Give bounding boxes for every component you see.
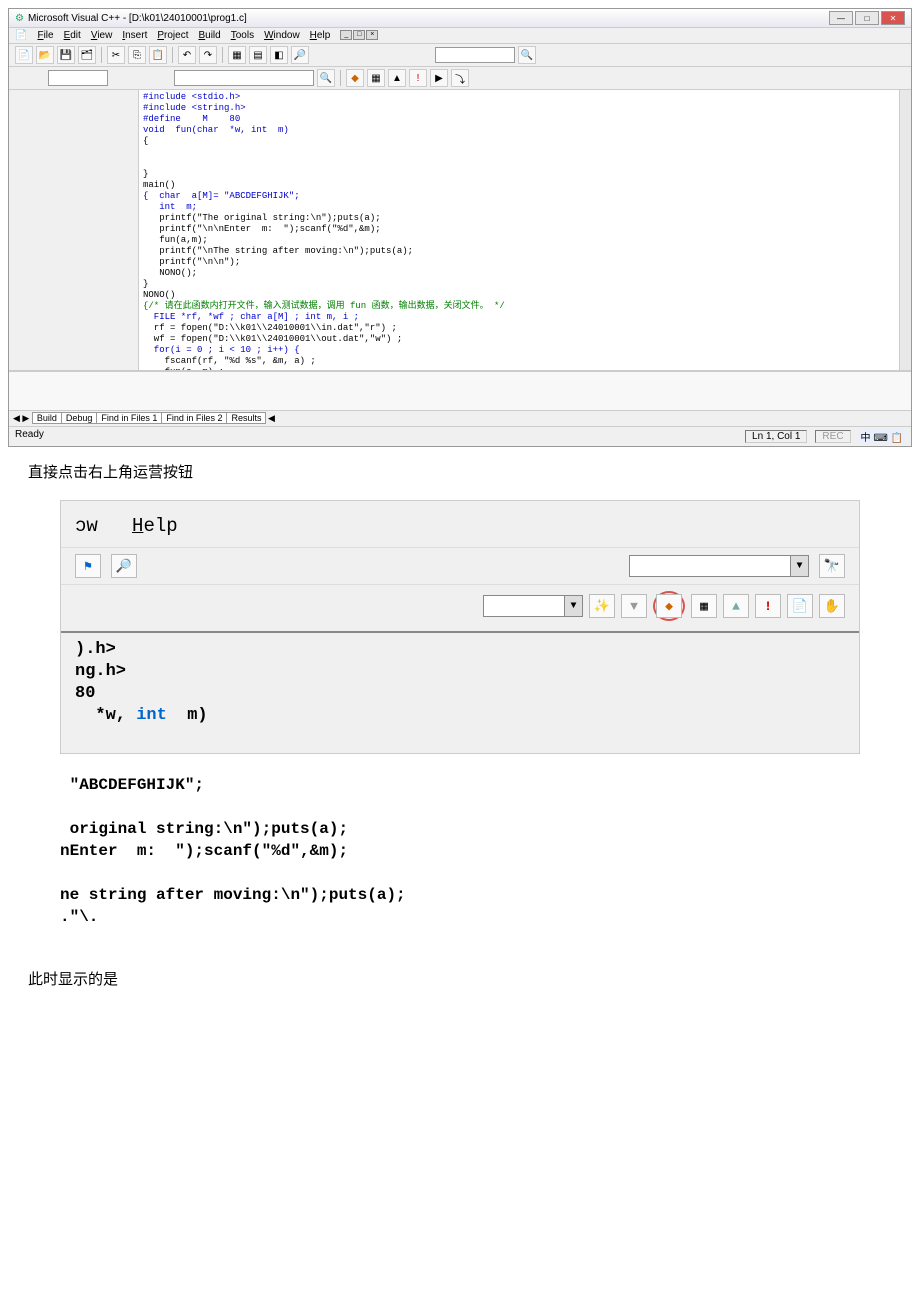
zoom-toolbar-row1: ⚑ 🔎 ▼ 🔭 — [61, 547, 859, 585]
output-tabs: ◀ ▶ BuildDebugFind in Files 1Find in Fil… — [9, 410, 911, 426]
wizard-icon[interactable]: ✨ — [589, 594, 615, 618]
standard-toolbar: 📄 📂 💾 🗂 ✂ ⎘ 📋 ↶ ↷ ▦ ▤ ◧ 🔎 🔍 — [9, 44, 911, 67]
mdi-restore-button[interactable]: □ — [353, 30, 365, 40]
class-combo[interactable] — [48, 70, 108, 86]
menu-project[interactable]: Project — [157, 30, 188, 41]
zoom-menu-fragment: ɔw Help — [61, 511, 859, 541]
member-combo-zoom[interactable]: ▼ — [483, 595, 583, 617]
menu-window[interactable]: Window — [264, 30, 300, 41]
code-editor[interactable]: #include <stdio.h> #include <string.h> #… — [139, 90, 911, 370]
menu-help[interactable]: Help — [310, 30, 331, 41]
member-combo[interactable] — [174, 70, 314, 86]
zoom2-l4: ne string after moving:\n");puts(a); — [60, 886, 406, 904]
code-frag-2: ng.h> — [75, 661, 845, 683]
status-ready: Ready — [15, 429, 44, 444]
vertical-scrollbar[interactable] — [899, 90, 911, 370]
minimize-button[interactable]: — — [829, 11, 853, 25]
caption-1: 直接点击右上角运营按钮 — [28, 461, 892, 482]
save-all-icon[interactable]: 🗂 — [78, 46, 96, 64]
execute-icon[interactable]: ! — [409, 69, 427, 87]
zoom-code-fragment: ).h> ng.h> 80 *w, int m) — [61, 633, 859, 733]
arrow-down-icon: ▼ — [621, 594, 647, 618]
menu-insert[interactable]: Insert — [122, 30, 147, 41]
tab-find1[interactable]: Find in Files 1 — [96, 412, 162, 424]
window-controls: — □ ✕ — [829, 11, 905, 25]
execute-icon-zoom[interactable]: ! — [755, 594, 781, 618]
status-rec: REC — [815, 430, 850, 443]
main-area: #include <stdio.h> #include <string.h> #… — [9, 90, 911, 370]
bookmark-icon[interactable]: ⚑ — [75, 554, 101, 578]
open-icon[interactable]: 📂 — [36, 46, 54, 64]
step-icon[interactable]: ⤵ — [451, 69, 469, 87]
zoom2-l1: "ABCDEFGHIJK"; — [60, 776, 204, 794]
menu-file[interactable]: File — [37, 30, 53, 41]
tab-build[interactable]: Build — [32, 412, 62, 424]
tab-results[interactable]: Results — [226, 412, 266, 424]
code-frag-4: *w, int m) — [75, 705, 845, 727]
binoculars-icon[interactable]: 🔭 — [819, 554, 845, 578]
find-icon[interactable]: 🔍 — [518, 46, 536, 64]
code-frag-1: ).h> — [75, 639, 845, 661]
code-frag-3: 80 — [75, 683, 845, 705]
menu-window-frag[interactable]: ɔw — [75, 515, 98, 537]
highlight-circle: ◆ — [653, 591, 685, 621]
window-list-icon[interactable]: ◧ — [270, 46, 288, 64]
output-icon[interactable]: ▤ — [249, 46, 267, 64]
menu-edit[interactable]: Edit — [64, 30, 81, 41]
build-toolbar: 🔍 ◆ ▦ ▲ ! ▶ ⤵ — [9, 67, 911, 90]
app-icon: ⚙ — [15, 13, 24, 24]
build-icon-zoom[interactable]: ▦ — [691, 594, 717, 618]
caption-2: 此时显示的是 — [28, 968, 892, 989]
go-icon[interactable]: ▶ — [430, 69, 448, 87]
zoom2-l5: ."\. — [60, 908, 98, 926]
workspace-pane[interactable] — [9, 90, 139, 370]
compile-icon[interactable]: ◆ — [346, 69, 364, 87]
stop-build-icon-zoom[interactable]: ▲ — [723, 594, 749, 618]
undo-icon[interactable]: ↶ — [178, 46, 196, 64]
paste-icon[interactable]: 📋 — [149, 46, 167, 64]
workspace-icon[interactable]: ▦ — [228, 46, 246, 64]
cut-icon[interactable]: ✂ — [107, 46, 125, 64]
mdi-close-button[interactable]: × — [366, 30, 378, 40]
zoom-code-crop: "ABCDEFGHIJK"; original string:\n");puts… — [60, 774, 860, 928]
output-pane[interactable] — [9, 370, 911, 410]
go-icon-zoom[interactable]: 📄 — [787, 594, 813, 618]
menu-build[interactable]: Build — [198, 30, 220, 41]
maximize-button[interactable]: □ — [855, 11, 879, 25]
zoom-toolbar-crop: ɔw Help ⚑ 🔎 ▼ 🔭 ▼ ✨ ▼ ◆ ▦ ▲ ! 📄 ✋ ).h> n… — [60, 500, 860, 754]
find-in-files-icon-2[interactable]: 🔎 — [111, 554, 137, 578]
status-bar: Ready Ln 1, Col 1 REC 中 ⌨ 📋 — [9, 426, 911, 446]
status-position: Ln 1, Col 1 — [745, 430, 807, 443]
search-icon[interactable]: 🔍 — [317, 69, 335, 87]
find-in-files-icon[interactable]: 🔎 — [291, 46, 309, 64]
new-file-icon[interactable]: 📄 — [15, 46, 33, 64]
title-bar: ⚙ Microsoft Visual C++ - [D:\k01\2401000… — [9, 9, 911, 28]
find-combo[interactable] — [435, 47, 515, 63]
copy-icon[interactable]: ⎘ — [128, 46, 146, 64]
zoom-toolbar-row2: ▼ ✨ ▼ ◆ ▦ ▲ ! 📄 ✋ — [61, 585, 859, 633]
step-icon-zoom[interactable]: ✋ — [819, 594, 845, 618]
stop-build-icon[interactable]: ▲ — [388, 69, 406, 87]
menu-help-frag[interactable]: Help — [132, 515, 178, 537]
zoom2-l3: nEnter m: ");scanf("%d",&m); — [60, 842, 348, 860]
menu-tools[interactable]: Tools — [231, 30, 254, 41]
close-button[interactable]: ✕ — [881, 11, 905, 25]
redo-icon[interactable]: ↷ — [199, 46, 217, 64]
build-icon[interactable]: ▦ — [367, 69, 385, 87]
menu-view[interactable]: View — [91, 30, 113, 41]
find-combo-zoom[interactable]: ▼ — [629, 555, 809, 577]
menu-bar: 📄 File Edit View Insert Project Build To… — [9, 28, 911, 44]
vcpp-ide-screenshot: ⚙ Microsoft Visual C++ - [D:\k01\2401000… — [8, 8, 912, 447]
save-icon[interactable]: 💾 — [57, 46, 75, 64]
compile-icon-zoom[interactable]: ◆ — [656, 594, 682, 618]
tab-find2[interactable]: Find in Files 2 — [161, 412, 227, 424]
file-icon: 📄 — [15, 30, 27, 41]
window-title: Microsoft Visual C++ - [D:\k01\24010001\… — [28, 13, 247, 24]
tab-debug[interactable]: Debug — [61, 412, 98, 424]
ime-indicator[interactable]: 中 ⌨ 📋 — [859, 429, 905, 444]
zoom2-l2: original string:\n");puts(a); — [60, 820, 348, 838]
mdi-min-button[interactable]: _ — [340, 30, 352, 40]
